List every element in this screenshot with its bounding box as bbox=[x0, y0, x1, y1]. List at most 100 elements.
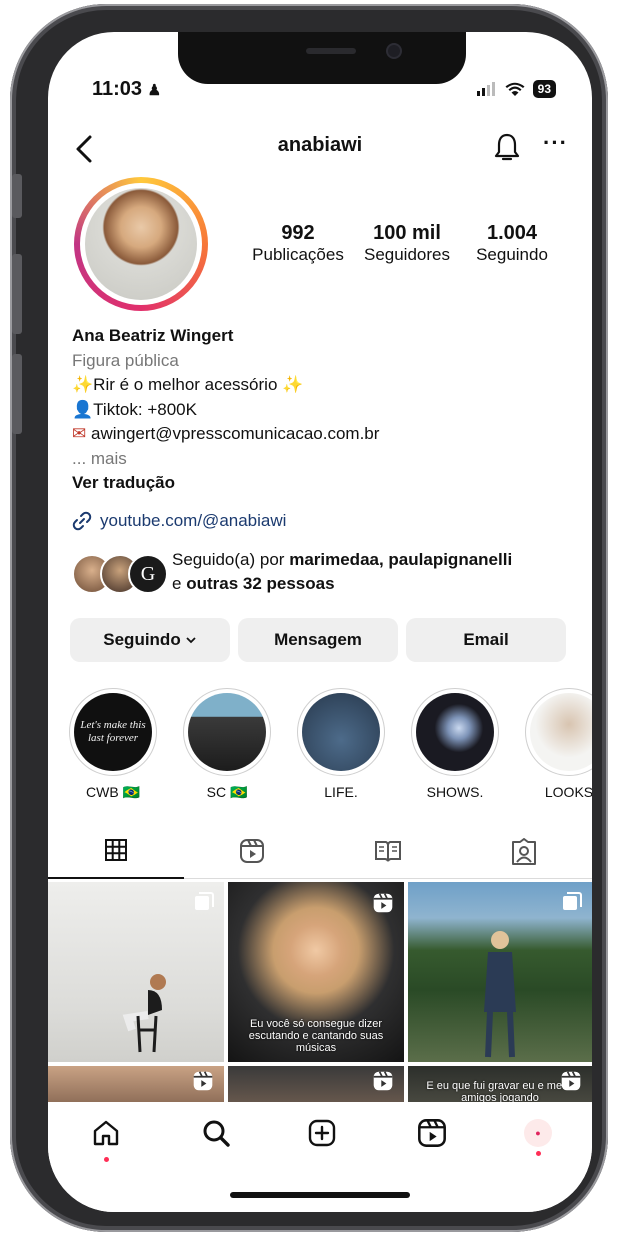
nav-reels[interactable] bbox=[412, 1118, 452, 1153]
search-icon bbox=[203, 1120, 230, 1147]
bio-line-2-text: Tiktok: +800K bbox=[93, 399, 197, 419]
active-tab-indicator bbox=[48, 877, 184, 879]
highlight-looks[interactable]: LOOKS bbox=[524, 688, 592, 800]
home-indicator bbox=[230, 1192, 410, 1198]
highlight-shows[interactable]: SHOWS. bbox=[410, 688, 500, 800]
post-thumbnail[interactable]: Eu você só consegue dizer escutando e ca… bbox=[228, 882, 404, 1062]
stat-followers[interactable]: 100 mil Seguidores bbox=[352, 222, 462, 265]
tab-tagged[interactable] bbox=[456, 838, 592, 871]
stat-following-label: Seguindo bbox=[476, 245, 548, 264]
bio-line-2: 👤Tiktok: +800K bbox=[72, 398, 572, 423]
sparkles-icon: ✨ bbox=[282, 375, 304, 394]
email-button[interactable]: Email bbox=[406, 618, 566, 662]
link-icon bbox=[72, 511, 92, 531]
nav-profile[interactable]: ● bbox=[518, 1118, 558, 1156]
nav-search[interactable] bbox=[196, 1118, 236, 1153]
highlight-ring bbox=[411, 688, 499, 776]
battery-indicator: 93 bbox=[532, 80, 556, 98]
status-bar: 11:03 ♟ 93 bbox=[48, 78, 592, 108]
more-options-icon[interactable]: ··· bbox=[543, 130, 568, 156]
highlight-life[interactable]: LIFE. bbox=[296, 688, 386, 800]
carousel-icon bbox=[195, 892, 214, 910]
envelope-icon: ✉ bbox=[72, 424, 87, 443]
highlight-cwb[interactable]: Let's make this last forever CWB 🇧🇷 bbox=[68, 688, 158, 801]
bio-line-1-text: Rir é o melhor acessório bbox=[93, 375, 278, 394]
notification-dot bbox=[535, 1151, 541, 1156]
post-thumbnail[interactable] bbox=[48, 1066, 224, 1106]
reels-icon bbox=[418, 1119, 446, 1147]
post-thumbnail[interactable] bbox=[228, 1066, 404, 1106]
bio-line-3: ✉ awingert@vpresscomunicacao.com.br bbox=[72, 422, 572, 447]
followed-by-text: Seguido(a) por marimedaa, paulapignanell… bbox=[172, 548, 512, 596]
highlight-ring bbox=[297, 688, 385, 776]
highlight-cover bbox=[416, 693, 494, 771]
story-ring[interactable] bbox=[74, 177, 208, 311]
stat-following-value: 1.004 bbox=[486, 222, 538, 244]
front-camera bbox=[388, 45, 400, 57]
story-highlights: Let's make this last forever CWB 🇧🇷 SC 🇧… bbox=[68, 688, 592, 808]
post-thumbnail[interactable] bbox=[48, 882, 224, 1062]
stat-posts-value: 992 bbox=[281, 222, 315, 244]
followed-by[interactable]: G Seguido(a) por marimedaa, paulapignane… bbox=[72, 548, 582, 598]
highlight-cover bbox=[302, 693, 380, 771]
stat-following[interactable]: 1.004 Seguindo bbox=[462, 222, 562, 265]
followed-by-connector: e bbox=[172, 574, 182, 593]
person-icon: ♟ bbox=[147, 82, 162, 99]
followed-by-others: outras 32 pessoas bbox=[186, 574, 335, 593]
nav-home[interactable] bbox=[86, 1118, 126, 1162]
post-thumbnail[interactable]: E eu que fui gravar eu e meus amigos jog… bbox=[408, 1066, 592, 1106]
bottom-nav: ● bbox=[48, 1102, 592, 1212]
reels-icon bbox=[373, 1071, 393, 1091]
highlight-ring: Let's make this last forever bbox=[69, 688, 157, 776]
highlight-ring bbox=[183, 688, 271, 776]
reels-icon bbox=[373, 893, 393, 913]
external-link[interactable]: youtube.com/@anabiawi bbox=[72, 511, 286, 531]
stat-followers-value: 100 mil bbox=[373, 222, 441, 244]
avatar bbox=[80, 183, 202, 305]
highlight-cover bbox=[188, 693, 266, 771]
grid-icon bbox=[105, 839, 127, 861]
followed-by-prefix: Seguido(a) por bbox=[172, 550, 285, 569]
notification-dot bbox=[103, 1157, 109, 1162]
following-button-label: Seguindo bbox=[103, 630, 181, 649]
stat-posts[interactable]: 992 Publicações bbox=[244, 222, 352, 265]
time-text: 11:03 bbox=[92, 78, 143, 100]
tab-guides[interactable] bbox=[320, 838, 456, 869]
tab-reels[interactable] bbox=[184, 838, 320, 869]
bio: Ana Beatriz Wingert Figura pública ✨Rir … bbox=[72, 324, 572, 496]
volume-up-button bbox=[12, 254, 22, 334]
notch bbox=[178, 32, 466, 84]
following-button[interactable]: Seguindo bbox=[70, 618, 230, 662]
action-buttons: Seguindo Mensagem Email bbox=[70, 618, 566, 662]
status-time: 11:03 ♟ bbox=[92, 78, 161, 101]
follower-avatar-logo: G bbox=[128, 554, 168, 594]
profile-header: anabiawi ··· bbox=[48, 130, 592, 170]
sparkles-icon: ✨ bbox=[72, 375, 94, 394]
more-link[interactable]: ... mais bbox=[72, 447, 572, 472]
highlight-sc[interactable]: SC 🇧🇷 bbox=[182, 688, 272, 801]
post-grid: Eu você só consegue dizer escutando e ca… bbox=[48, 882, 592, 1106]
speaker bbox=[306, 48, 356, 54]
status-icons: 93 bbox=[476, 80, 556, 98]
bio-line-1: ✨Rir é o melhor acessório ✨ bbox=[72, 373, 572, 398]
carousel-icon bbox=[563, 892, 582, 910]
person-silhouette-icon: 👤 bbox=[72, 399, 94, 419]
profile-stats: 992 Publicações 100 mil Seguidores 1.004… bbox=[244, 222, 562, 265]
highlight-ring bbox=[525, 688, 592, 776]
highlight-label: SHOWS. bbox=[426, 784, 484, 800]
tab-posts[interactable] bbox=[48, 838, 184, 867]
highlight-label: LOOKS bbox=[544, 784, 592, 800]
wifi-icon bbox=[505, 82, 525, 96]
highlight-cover: Let's make this last forever bbox=[74, 693, 152, 771]
reels-icon bbox=[240, 839, 264, 863]
phone-frame: 11:03 ♟ 93 anabiawi ··· 992 Publicações … bbox=[10, 4, 608, 1232]
followed-by-names: marimedaa, paulapignanelli bbox=[289, 550, 513, 569]
nav-create[interactable] bbox=[302, 1118, 342, 1153]
standing-figure bbox=[484, 931, 516, 1058]
bell-icon[interactable] bbox=[494, 132, 520, 162]
message-button[interactable]: Mensagem bbox=[238, 618, 398, 662]
highlight-label: SC 🇧🇷 bbox=[206, 784, 248, 800]
post-thumbnail[interactable] bbox=[408, 882, 592, 1062]
see-translation-link[interactable]: Ver tradução bbox=[72, 471, 572, 496]
plus-square-icon bbox=[308, 1119, 336, 1147]
